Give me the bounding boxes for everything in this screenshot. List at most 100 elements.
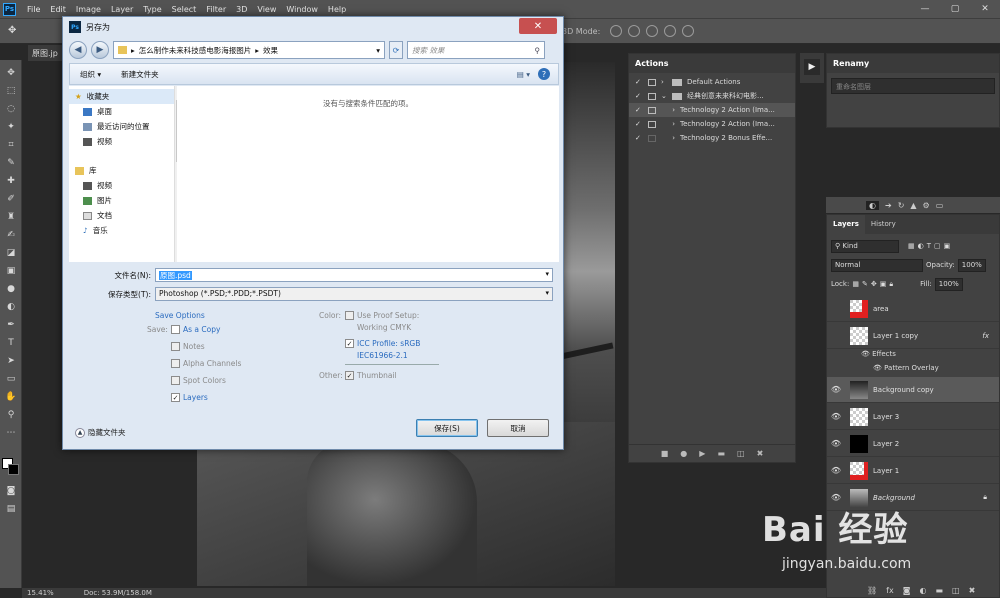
adjust-filter-icon[interactable]: ◐ (918, 242, 924, 250)
filename-value[interactable]: 原图.psd (159, 271, 192, 280)
new-action-icon[interactable]: ◫ (737, 449, 745, 458)
dropdown-arrow-icon[interactable]: ▾ (545, 270, 549, 278)
nav-videos-lib[interactable]: 视频 (69, 178, 175, 193)
dialog-toggle-icon[interactable] (648, 120, 656, 128)
play-icon[interactable]: ▶ (699, 449, 705, 458)
layer-row[interactable]: 👁︎ Layer 1 (827, 458, 999, 484)
scale-icon[interactable] (682, 25, 694, 37)
menu-3d[interactable]: 3D (231, 5, 252, 14)
tab-layers[interactable]: Layers (827, 215, 865, 234)
eye-icon[interactable]: 👁︎ (827, 412, 845, 421)
dropdown-arrow-icon[interactable]: ▾ (376, 46, 380, 55)
blend-mode-select[interactable]: Normal (831, 258, 923, 272)
menu-help[interactable]: Help (323, 5, 351, 14)
menu-file[interactable]: File (22, 5, 45, 14)
layer-row[interactable]: 👁︎ Layer 2 (827, 431, 999, 457)
alpha-channels-option[interactable]: Alpha Channels (171, 359, 241, 368)
check-icon[interactable]: ✓ (635, 92, 643, 100)
gradient-icon[interactable]: ▣ (4, 264, 18, 278)
menu-image[interactable]: Image (71, 5, 106, 14)
nav-recent[interactable]: 最近访问的位置 (69, 119, 175, 134)
icc-profile-checkbox[interactable]: ✓ (345, 339, 354, 348)
blur-icon[interactable]: ● (4, 282, 18, 296)
breadcrumb-item[interactable]: 怎么制作未来科技感电影海报图片 (139, 45, 252, 56)
layer-name[interactable]: Background copy (873, 386, 934, 394)
alpha-channels-checkbox[interactable] (171, 359, 180, 368)
dialog-toggle-icon[interactable] (648, 106, 656, 114)
maximize-button[interactable]: ▢ (940, 0, 970, 18)
magic-wand-icon[interactable]: ✦ (4, 120, 18, 134)
proof-setup-option[interactable]: Use Proof Setup: (345, 311, 419, 320)
as-a-copy-checkbox[interactable] (171, 325, 180, 334)
nav-music[interactable]: ♪ 音乐 (69, 223, 175, 238)
action-item-3[interactable]: ✓ › Technology 2 Bonus Effe... (629, 131, 795, 145)
delete-icon[interactable]: ✖ (757, 449, 764, 458)
opacity-input[interactable]: 100% (957, 258, 986, 272)
lock-artboard-icon[interactable]: ▣ (880, 280, 887, 288)
move-tool-icon[interactable]: ✥ (8, 25, 16, 36)
new-set-icon[interactable]: ▬ (717, 449, 725, 458)
more-tools-icon[interactable]: ⋯ (4, 426, 18, 440)
lock-move-icon[interactable]: ✥ (871, 280, 877, 288)
rotate-icon[interactable]: ↻ (898, 201, 905, 210)
spot-colors-option[interactable]: Spot Colors (171, 376, 226, 385)
marquee-icon[interactable]: ⬚ (4, 84, 18, 98)
lasso-icon[interactable]: ◌ (4, 102, 18, 116)
spot-colors-checkbox[interactable] (171, 376, 180, 385)
dialog-toggle-icon[interactable] (648, 134, 656, 142)
layer-name[interactable]: Layer 1 (873, 467, 899, 475)
brush-icon[interactable]: ✐ (4, 192, 18, 206)
adjust-icon[interactable]: ◐ (866, 200, 879, 210)
expand-arrow-icon[interactable]: › (661, 120, 675, 128)
layer-row-selected[interactable]: 👁︎ Background copy (827, 377, 999, 403)
menu-select[interactable]: Select (167, 5, 202, 14)
proof-setup-checkbox[interactable] (345, 311, 354, 320)
layer-name[interactable]: Layer 1 copy (873, 332, 918, 340)
save-button[interactable]: 保存(S) (416, 419, 478, 437)
actions-panel-title[interactable]: Actions (629, 54, 795, 73)
file-list[interactable]: 没有与搜索条件匹配的项。 (177, 86, 559, 262)
fill-input[interactable]: 100% (934, 277, 963, 291)
organize-button[interactable]: 组织 ▾ (70, 69, 111, 80)
menu-layer[interactable]: Layer (106, 5, 138, 14)
orbit-icon[interactable] (610, 25, 622, 37)
dialog-toggle-icon[interactable] (648, 92, 656, 100)
search-icon[interactable]: ⚲ (535, 46, 541, 55)
background-color-swatch[interactable] (8, 464, 19, 475)
stamp-icon[interactable]: ♜ (4, 210, 18, 224)
slide-icon[interactable] (664, 25, 676, 37)
expand-arrow-icon[interactable]: › (661, 106, 675, 114)
crop-icon[interactable]: ⌗ (4, 138, 18, 152)
pan-icon[interactable] (646, 25, 658, 37)
lock-paint-icon[interactable]: ✎ (862, 280, 868, 288)
view-options-icon[interactable]: ▤ ▾ (517, 70, 538, 79)
filetype-select[interactable]: Photoshop (*.PSD;*.PDD;*.PSDT) ▾ (155, 287, 553, 301)
new-folder-button[interactable]: 新建文件夹 (111, 69, 169, 80)
layer-name[interactable]: area (873, 305, 889, 313)
back-button[interactable]: ◀ (69, 41, 87, 59)
menu-type[interactable]: Type (138, 5, 166, 14)
layers-option[interactable]: ✓ Layers (171, 393, 208, 402)
search-box[interactable]: 搜索 效果 ⚲ (407, 41, 545, 59)
thumbnail-checkbox[interactable]: ✓ (345, 371, 354, 380)
kind-filter-select[interactable]: ⚲ Kind (831, 239, 899, 253)
action-item-1[interactable]: ✓ › Technology 2 Action (Ima... (629, 103, 795, 117)
eye-icon[interactable]: 👁︎ (827, 493, 845, 502)
nav-desktop[interactable]: 桌面 (69, 104, 175, 119)
check-icon[interactable]: ✓ (635, 134, 643, 142)
zoom-level[interactable]: 15.41% (27, 589, 54, 597)
arrow-right-icon[interactable]: ➔ (885, 201, 892, 210)
pen-icon[interactable]: ✒ (4, 318, 18, 332)
shape-filter-icon[interactable]: ▢ (934, 242, 941, 250)
record-icon[interactable]: ● (680, 449, 687, 458)
layer-name[interactable]: Layer 3 (873, 413, 899, 421)
dialog-close-button[interactable]: ✕ (519, 18, 557, 34)
rename-input[interactable]: 重命名图层 (831, 78, 995, 94)
as-a-copy-option[interactable]: As a Copy (171, 325, 220, 334)
eraser-icon[interactable]: ◪ (4, 246, 18, 260)
action-item-2[interactable]: ✓ › Technology 2 Action (Ima... (629, 117, 795, 131)
eye-icon[interactable]: 👁︎ (827, 385, 845, 394)
type-filter-icon[interactable]: T (927, 242, 931, 250)
check-icon[interactable]: ✓ (635, 78, 643, 86)
nav-pictures[interactable]: 图片 (69, 193, 175, 208)
